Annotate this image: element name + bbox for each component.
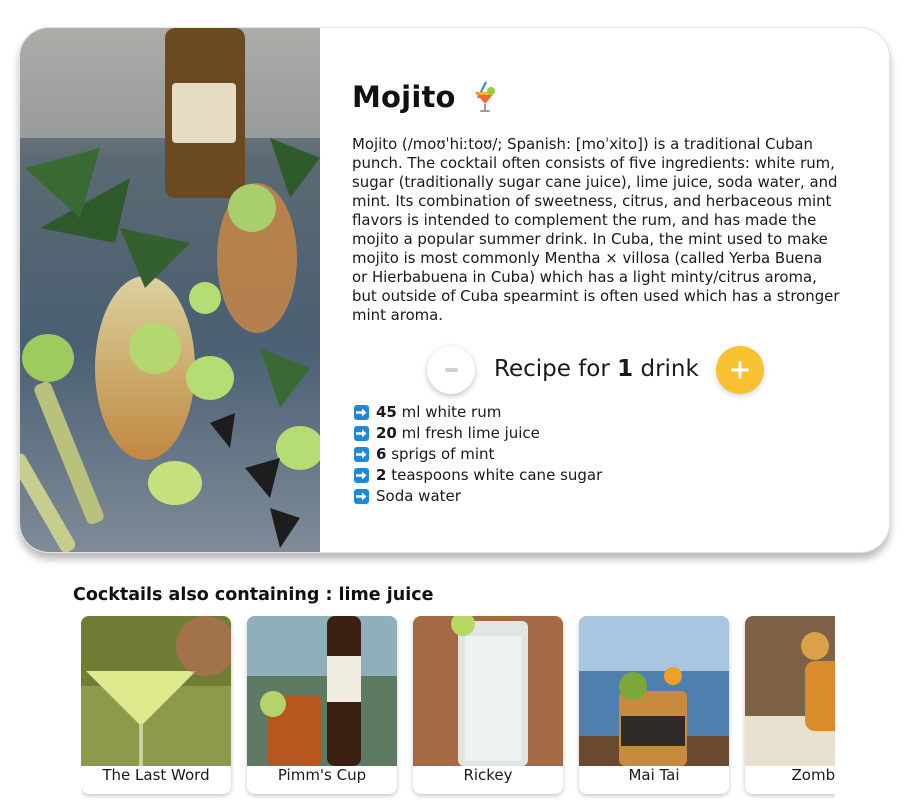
related-cocktails-carousel[interactable]: The Last Word Pimm's Cup Rickey Mai Tai … [81,616,835,802]
ingredient-text: ml fresh lime juice [401,424,540,442]
related-cocktail-name: The Last Word [102,766,210,784]
cocktail-thumbnail [579,616,729,766]
right-arrow-icon [354,447,369,462]
cocktail-thumbnail [81,616,231,766]
ingredient-text: sprigs of mint [391,445,495,463]
recipe-count: 1 [617,356,634,382]
cocktail-thumbnail [247,616,397,766]
related-cocktail-card[interactable]: Pimm's Cup [247,616,397,794]
ingredient-item: 2 teaspoons white cane sugar [354,465,602,486]
ingredient-item: Soda water [354,486,602,507]
minus-icon [444,368,458,372]
related-cocktail-card[interactable]: Rickey [413,616,563,794]
recipe-servings-control: Recipe for 1 drink [427,344,777,398]
cocktail-name: Mojito [352,80,456,114]
related-cocktails-title: Cocktails also containing : lime juice [73,585,434,605]
cocktail-description: Mojito (/moʊˈhiːtoʊ/; Spanish: [moˈxito]… [352,135,840,324]
increase-servings-button[interactable] [716,346,764,394]
recipe-servings-label: Recipe for 1 drink [494,356,699,382]
related-cocktail-name: Pimm's Cup [277,766,367,784]
recipe-prefix: Recipe for [494,356,610,382]
recipe-suffix: drink [640,356,699,382]
right-arrow-icon [354,489,369,504]
ingredient-text: ml white rum [401,403,502,421]
cocktail-title: Mojito [352,80,498,114]
related-cocktail-card[interactable]: Zombie [745,616,835,794]
right-arrow-icon [354,468,369,483]
right-arrow-icon [354,426,369,441]
tropical-drink-icon [472,80,498,114]
plus-icon [731,361,749,379]
ingredient-text: teaspoons white cane sugar [391,466,603,484]
cocktail-thumbnail [413,616,563,766]
ingredient-list: 45 ml white rum 20 ml fresh lime juice 6… [354,402,602,507]
ingredient-qty: 6 [376,445,387,463]
related-cocktail-card[interactable]: The Last Word [81,616,231,794]
related-cocktail-card[interactable]: Mai Tai [579,616,729,794]
related-cocktail-name: Rickey [463,766,513,784]
ingredient-qty: 45 [376,403,397,421]
ingredient-item: 6 sprigs of mint [354,444,602,465]
cocktail-content: Mojito Mojito (/moʊˈhiːtoʊ/; Spanish: [m… [352,28,852,552]
ingredient-item: 20 ml fresh lime juice [354,423,602,444]
cocktail-photo [20,28,320,552]
cocktail-thumbnail [745,616,835,766]
related-cocktail-name: Zombie [791,766,836,784]
ingredient-qty: 20 [376,424,397,442]
ingredient-text: Soda water [376,487,461,505]
related-cocktail-name: Mai Tai [628,766,680,784]
right-arrow-icon [354,405,369,420]
ingredient-item: 45 ml white rum [354,402,602,423]
ingredient-qty: 2 [376,466,387,484]
cocktail-card: Mojito Mojito (/moʊˈhiːtoʊ/; Spanish: [m… [19,27,890,553]
decrease-servings-button[interactable] [427,346,475,394]
